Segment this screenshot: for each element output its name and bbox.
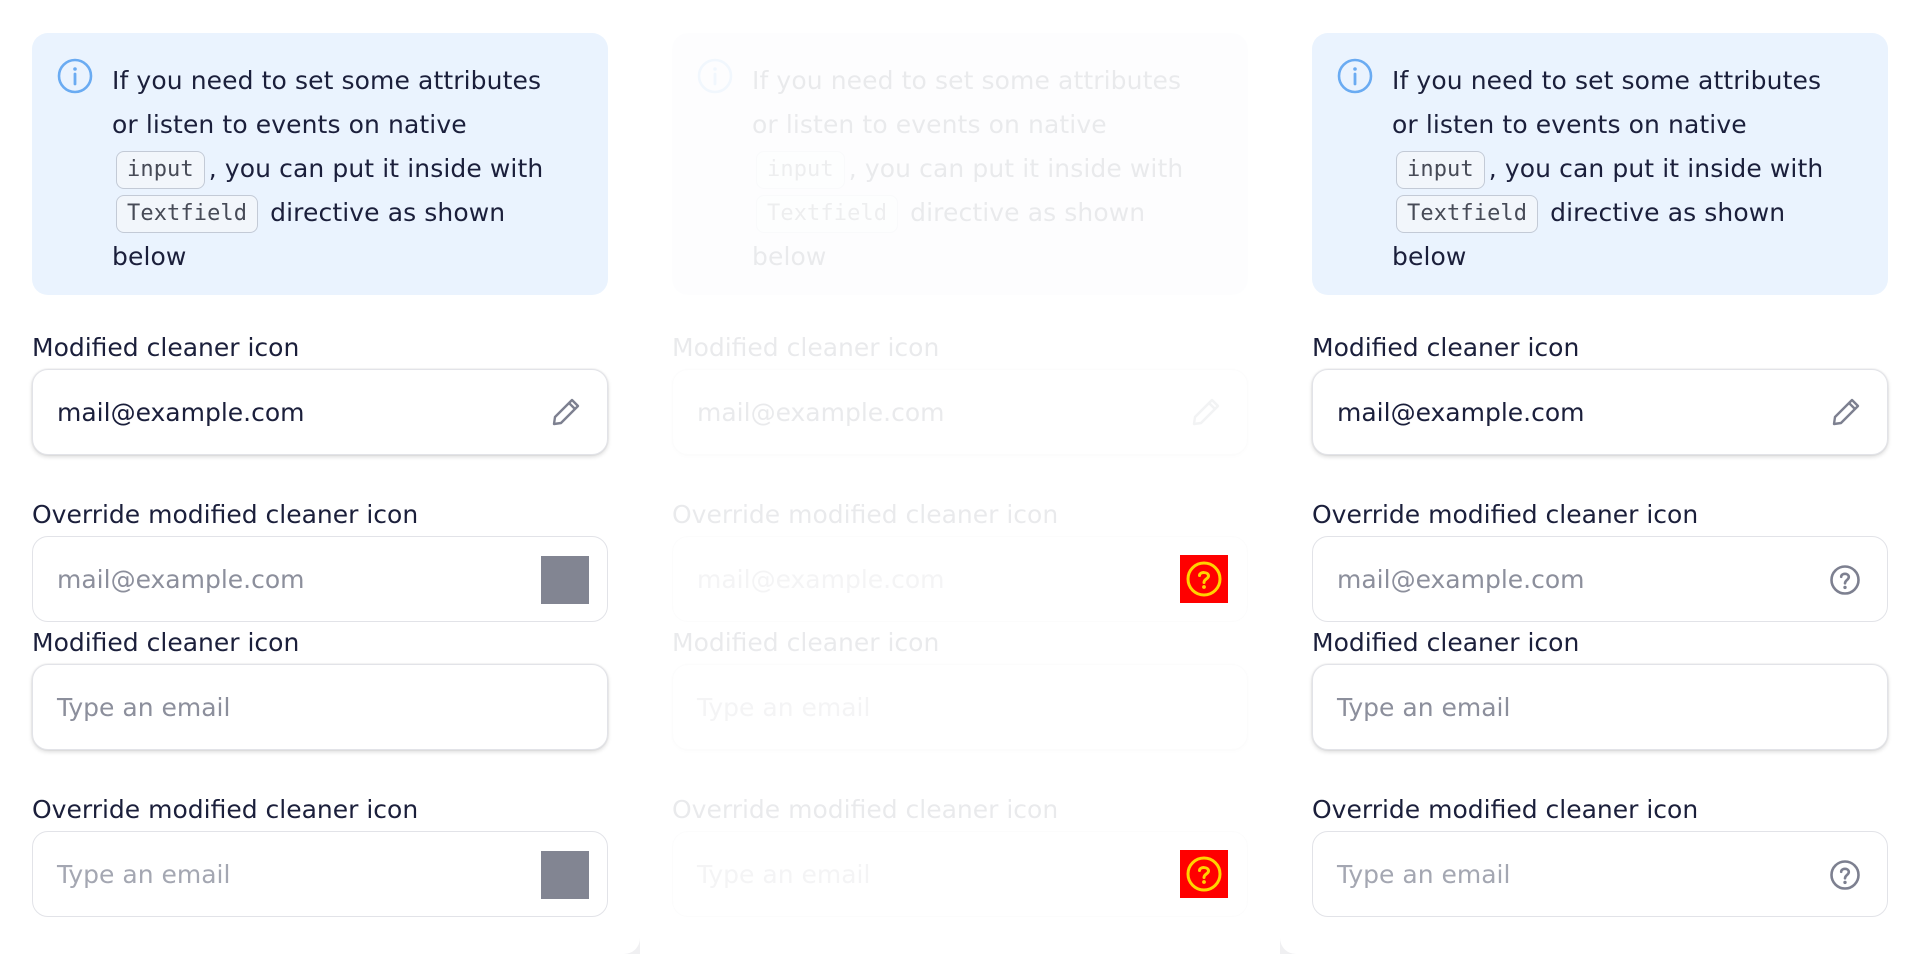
code-textfield: Textfield <box>756 195 899 233</box>
override-cleaner-label-2: Override modified cleaner icon <box>32 795 419 824</box>
code-textfield: Textfield <box>116 195 259 233</box>
email-field-modified[interactable]: mail@example.com <box>1312 369 1888 455</box>
notice-text: If you need to set some attributes or li… <box>112 66 544 271</box>
modified-cleaner-label: Modified cleaner icon <box>672 333 940 362</box>
notice-text: If you need to set some attributes or li… <box>1392 66 1824 271</box>
question-circle-icon <box>1186 561 1222 597</box>
email-placeholder-empty: Type an email <box>1337 860 1511 889</box>
email-field-override-empty[interactable]: Type an email <box>672 831 1248 917</box>
email-field-modified[interactable]: mail@example.com <box>32 369 608 455</box>
modified-cleaner-label-2: Modified cleaner icon <box>672 628 940 657</box>
modified-cleaner-label-2: Modified cleaner icon <box>32 628 300 657</box>
info-notice: If you need to set some attributes or li… <box>1312 33 1888 295</box>
override-cleaner-label: Override modified cleaner icon <box>32 500 419 529</box>
email-placeholder-empty: Type an email <box>697 693 871 722</box>
email-field-override[interactable]: mail@example.com <box>1312 536 1888 622</box>
modified-cleaner-label-2: Modified cleaner icon <box>1312 628 1580 657</box>
custom-cleaner-icon[interactable] <box>541 556 589 604</box>
override-cleaner-label: Override modified cleaner icon <box>1312 500 1699 529</box>
email-field-modified-empty[interactable]: Type an email <box>32 664 608 750</box>
custom-cleaner-icon-red[interactable] <box>1180 850 1228 898</box>
demo-column-faded: If you need to set some attributes or li… <box>640 0 1280 954</box>
code-input: input <box>756 151 845 189</box>
override-cleaner-label-2: Override modified cleaner icon <box>672 795 1059 824</box>
email-field-modified-empty[interactable]: Type an email <box>672 664 1248 750</box>
email-placeholder-empty: Type an email <box>57 693 231 722</box>
email-placeholder-empty: Type an email <box>1337 693 1511 722</box>
override-cleaner-label: Override modified cleaner icon <box>672 500 1059 529</box>
custom-cleaner-icon-red[interactable] <box>1180 555 1228 603</box>
email-placeholder-empty: Type an email <box>57 860 231 889</box>
email-placeholder-empty: Type an email <box>697 860 871 889</box>
email-field-modified[interactable]: mail@example.com <box>672 369 1248 455</box>
email-placeholder: mail@example.com <box>697 565 945 594</box>
info-notice: If you need to set some attributes or li… <box>32 33 608 295</box>
email-field-override-empty[interactable]: Type an email <box>32 831 608 917</box>
info-circle-icon <box>1337 58 1373 94</box>
email-placeholder: mail@example.com <box>1337 565 1585 594</box>
email-field-modified-empty[interactable]: Type an email <box>1312 664 1888 750</box>
email-value: mail@example.com <box>57 398 305 427</box>
code-input: input <box>116 151 205 189</box>
info-notice: If you need to set some attributes or li… <box>672 33 1248 295</box>
question-circle-icon[interactable] <box>1829 564 1861 596</box>
pencil-icon[interactable] <box>1189 395 1223 429</box>
demo-column-default: If you need to set some attributes or li… <box>0 0 640 954</box>
info-circle-icon <box>697 58 733 94</box>
question-circle-icon <box>1186 856 1222 892</box>
email-field-override[interactable]: mail@example.com <box>672 536 1248 622</box>
notice-text: If you need to set some attributes or li… <box>752 66 1184 271</box>
email-value: mail@example.com <box>1337 398 1585 427</box>
modified-cleaner-label: Modified cleaner icon <box>32 333 300 362</box>
pencil-icon[interactable] <box>1829 395 1863 429</box>
custom-cleaner-icon[interactable] <box>541 851 589 899</box>
email-placeholder: mail@example.com <box>57 565 305 594</box>
modified-cleaner-label: Modified cleaner icon <box>1312 333 1580 362</box>
email-field-override[interactable]: mail@example.com <box>32 536 608 622</box>
override-cleaner-label-2: Override modified cleaner icon <box>1312 795 1699 824</box>
info-circle-icon <box>57 58 93 94</box>
demo-stage: If you need to set some attributes or li… <box>0 0 1920 954</box>
pencil-icon[interactable] <box>549 395 583 429</box>
email-value: mail@example.com <box>697 398 945 427</box>
code-input: input <box>1396 151 1485 189</box>
question-circle-icon[interactable] <box>1829 859 1861 891</box>
code-textfield: Textfield <box>1396 195 1539 233</box>
demo-column-custom: If you need to set some attributes or li… <box>1280 0 1920 954</box>
email-field-override-empty[interactable]: Type an email <box>1312 831 1888 917</box>
